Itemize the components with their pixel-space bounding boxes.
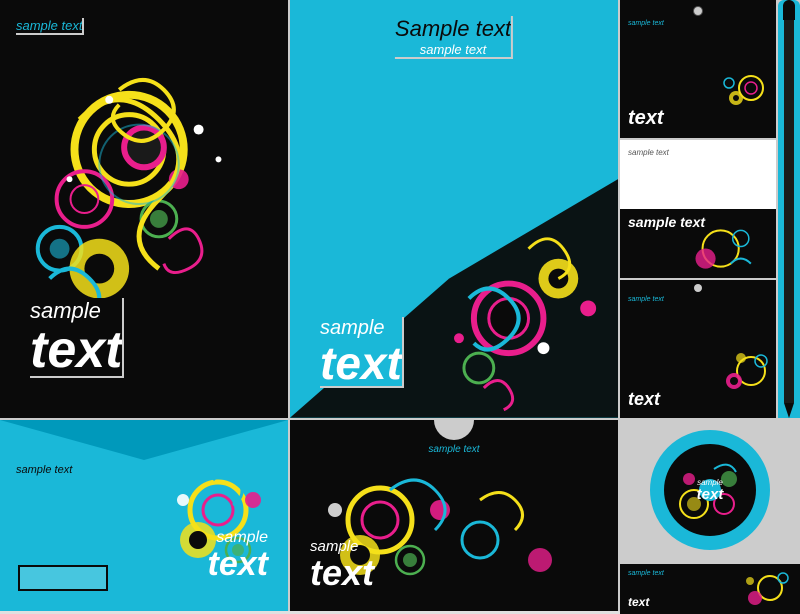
card2-small: sample text [628,148,669,157]
cards-column: sample text text [620,0,776,418]
panel-top-mid: Sample text sample text [290,0,620,420]
top-mid-sample-top: Sample text [395,16,511,42]
mc2-deco [735,566,795,611]
card-1: sample text text [620,0,776,138]
env-bottom-text: sample text [208,529,268,581]
card1-big: text [628,107,664,130]
card1-deco [721,63,771,113]
main-container: sample text [0,0,800,611]
top-left-sample-text: sample text [16,18,84,35]
top-mid-header: Sample text sample text [395,16,513,59]
top-left-text-label: text [30,324,122,376]
top-mid-text-label: text [320,340,402,386]
card3-small: sample text [628,296,664,303]
card-3: sample text text [620,280,776,418]
env-label-box [18,565,108,591]
panel-bottom-right: sample text sample text (000) 1234-6789 [620,420,800,611]
env-text: text [208,547,268,581]
sleeve-top-text: sample text [428,444,479,455]
panel-top-left: sample text [0,0,290,420]
card3-big: text [628,389,660,410]
card-2: sample text sample text [620,140,776,278]
panel-bottom-left: sample text sample text [0,420,290,611]
mc2-bottom: text [628,595,649,609]
cd-disc: sample text [650,430,770,550]
mc2-small: sample text [628,570,664,577]
sleeve-bottom-text: sample text [310,538,374,591]
env-top-text: sample text [16,464,72,476]
card3-deco [716,343,771,398]
cd-text: sample text [697,478,724,502]
mini-cards: sample text (000) 1234-6789 sample text … [620,562,800,614]
mini-card-2: sample text text [620,564,800,614]
top-mid-text-top: sample text [395,42,511,57]
card1-small: sample text [628,20,664,27]
top-mid-bottom-text: sample text [320,317,404,388]
cd-text-big: text [697,487,724,502]
top-left-bottom-text: sample text [30,298,124,378]
mc2-text: text [628,595,649,609]
pen [778,0,800,418]
card2-big-bottom: sample text [628,214,705,230]
panel-top-right: sample text text [620,0,800,420]
cd-area: sample text [620,420,800,560]
panel-bottom-mid: sample text sample text [290,420,620,611]
sleeve-text: text [310,555,374,591]
